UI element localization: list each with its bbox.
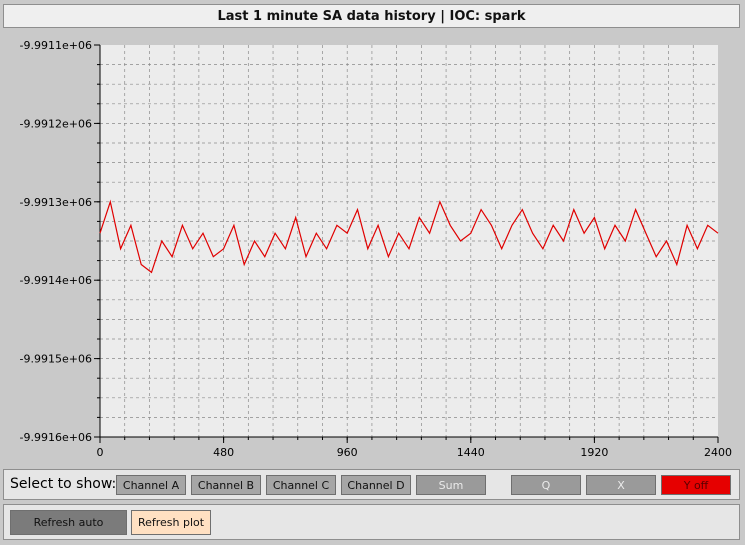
refresh-bar: Refresh auto Refresh plot [3, 504, 740, 540]
x-tick-label: 1440 [457, 446, 485, 459]
q-button[interactable]: Q [511, 475, 581, 495]
sum-button[interactable]: Sum [416, 475, 486, 495]
x-tick-label: 480 [213, 446, 234, 459]
plot-frame: -9.9911e+06 -9.9912e+06 -9.9913e+06 -9.9914… [0, 30, 745, 466]
x-tick-label: 1920 [580, 446, 608, 459]
select-to-show-label: Select to show: [10, 476, 117, 492]
x-button[interactable]: X [586, 475, 656, 495]
x-tick-label: 2400 [704, 446, 732, 459]
x-tick-label: 960 [337, 446, 358, 459]
y-tick-label: -9.9916e+06 [20, 431, 92, 444]
y-off-button[interactable]: Y off [661, 475, 731, 495]
chart-title: Last 1 minute SA data history | IOC: spa… [3, 4, 740, 28]
channel-c-button[interactable]: Channel C [266, 475, 336, 495]
sa-history-chart: -9.9911e+06 -9.9912e+06 -9.9913e+06 -9.9914… [20, 39, 732, 459]
y-tick-label: -9.9911e+06 [20, 39, 92, 52]
refresh-auto-button[interactable]: Refresh auto [10, 510, 127, 535]
y-tick-label: -9.9912e+06 [20, 117, 92, 130]
y-tick-label: -9.9914e+06 [20, 274, 92, 287]
channel-select-bar: Select to show: Channel A Channel B Chan… [3, 469, 740, 500]
refresh-plot-button[interactable]: Refresh plot [131, 510, 211, 535]
y-tick-label: -9.9915e+06 [20, 353, 92, 366]
channel-a-button[interactable]: Channel A [116, 475, 186, 495]
channel-b-button[interactable]: Channel B [191, 475, 261, 495]
y-tick-label: -9.9913e+06 [20, 196, 92, 209]
x-tick-label: 0 [97, 446, 104, 459]
channel-d-button[interactable]: Channel D [341, 475, 411, 495]
